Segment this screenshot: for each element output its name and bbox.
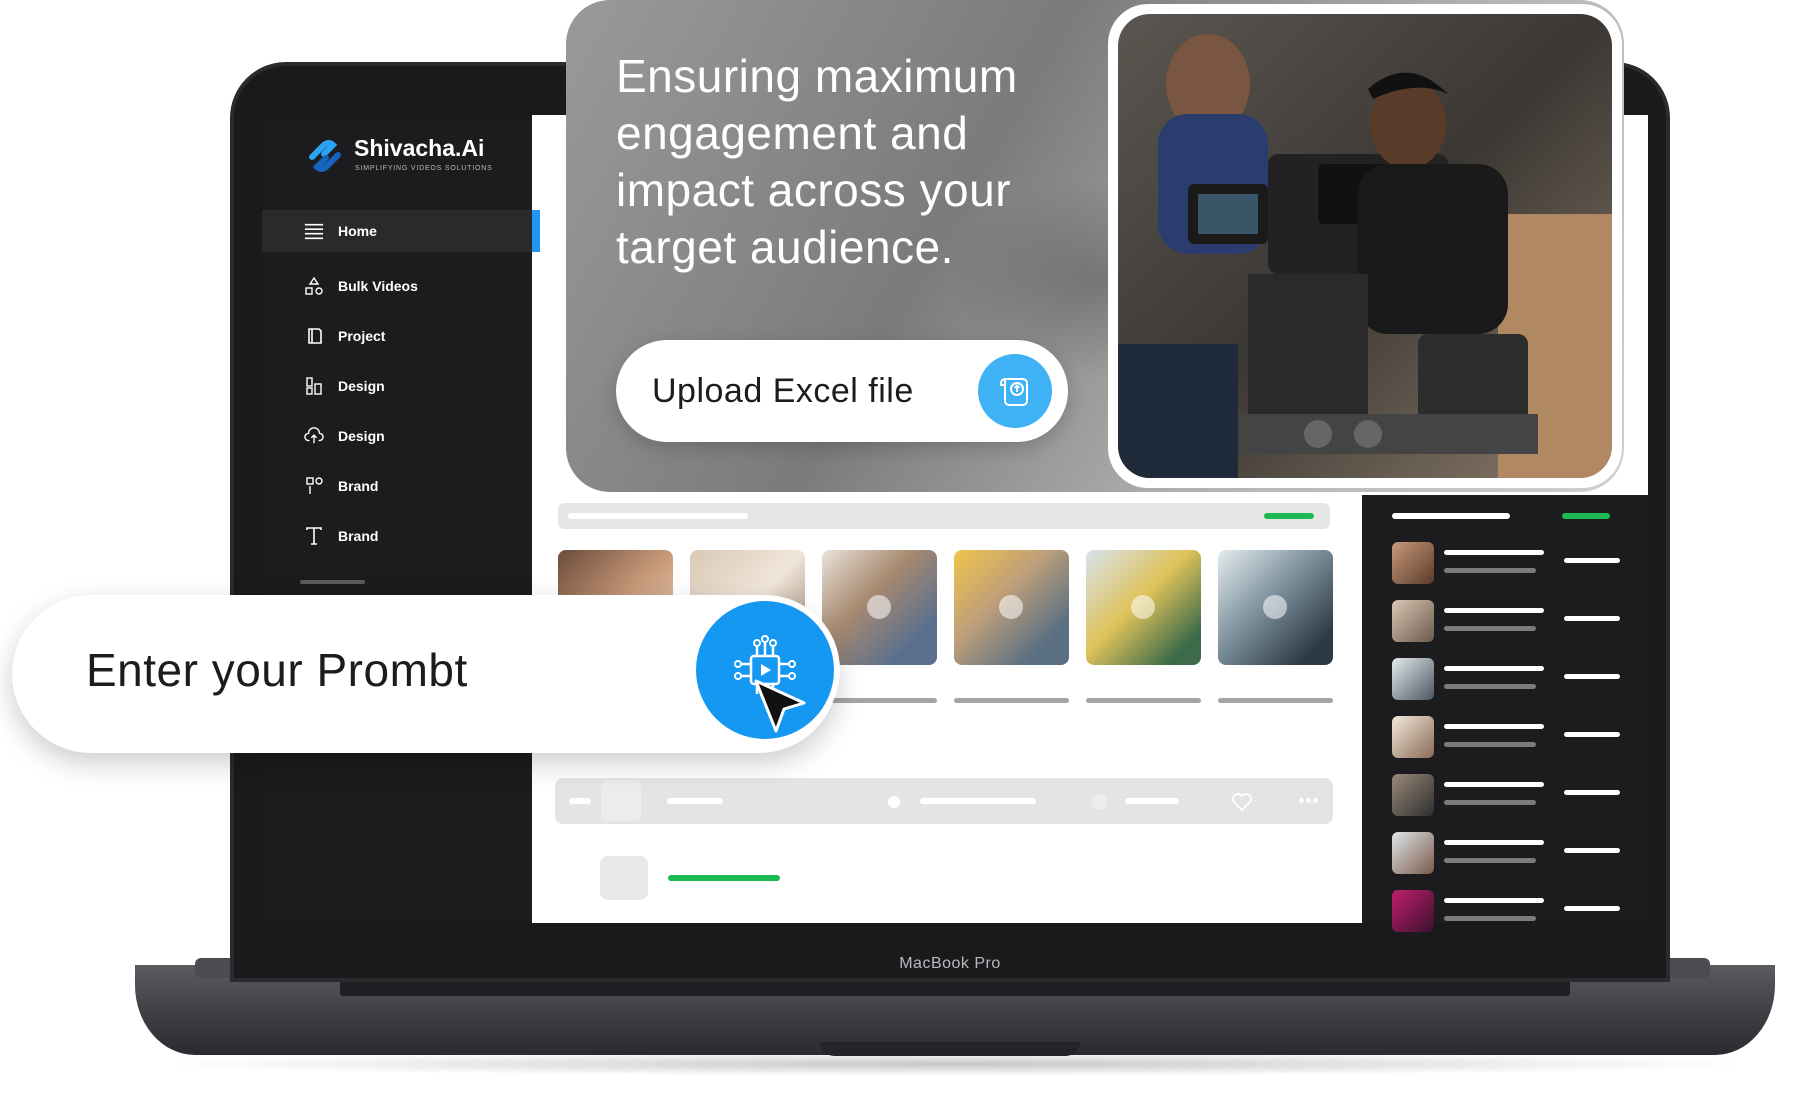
list-progress-line (668, 875, 780, 881)
list-item[interactable] (1392, 832, 1620, 874)
sidebar-item-label: Brand (338, 478, 379, 494)
sidebar-item-label: Brand (338, 528, 379, 544)
thumbnail-caption-line (954, 698, 1069, 703)
list-thumb (600, 856, 648, 900)
player-time-line (1125, 798, 1179, 804)
sidebar-item-brand[interactable]: Brand (304, 473, 378, 499)
play-icon[interactable] (999, 595, 1023, 619)
thumbnail-caption-line (1218, 698, 1333, 703)
menu-icon (304, 221, 324, 241)
cube-icon (304, 326, 324, 346)
video-thumbnail[interactable] (1086, 550, 1201, 665)
text-icon (304, 526, 324, 546)
search-placeholder-line (568, 513, 748, 519)
video-thumbnail[interactable] (954, 550, 1069, 665)
sidebar-item-label: Home (338, 223, 377, 239)
generate-button[interactable] (690, 595, 840, 745)
prompt-label: Enter your Prombt (86, 644, 468, 696)
sidebar: Shivacha.Ai SIMPLIFYING VIDEOS SOLUTIONS… (262, 115, 540, 923)
play-icon[interactable] (1131, 595, 1155, 619)
logo-icon (309, 140, 341, 172)
clock-icon[interactable] (1091, 794, 1107, 810)
list-item[interactable] (1392, 774, 1620, 816)
cloud-upload-icon (304, 426, 324, 446)
active-indicator (532, 210, 540, 252)
sidebar-item-design[interactable]: Design (304, 373, 385, 399)
player-bar[interactable] (555, 778, 1333, 824)
sidebar-scroll-hint (300, 580, 365, 584)
headphones-icon[interactable] (888, 796, 900, 808)
right-panel (1362, 495, 1648, 932)
play-icon[interactable] (1263, 595, 1287, 619)
more-icon[interactable] (1299, 798, 1319, 804)
sidebar-item-design-upload[interactable]: Design (304, 423, 385, 449)
player-line (569, 798, 591, 804)
cursor-icon (754, 679, 806, 733)
sidebar-item-brand-text[interactable]: Brand (304, 523, 378, 549)
player-thumb (601, 781, 641, 821)
thumbnail-caption-line (1086, 698, 1201, 703)
thumbnail-caption-line (822, 698, 937, 703)
panel-status-line (1562, 513, 1610, 519)
list-item[interactable] (1392, 716, 1620, 758)
search-bar[interactable] (558, 503, 1330, 529)
upload-label: Upload Excel file (652, 372, 914, 410)
video-thumbnail[interactable] (822, 550, 937, 665)
sidebar-item-label: Design (338, 428, 385, 444)
brand-icon (304, 476, 324, 496)
film-crew-photo (1118, 14, 1612, 478)
sidebar-item-label: Bulk Videos (338, 278, 418, 294)
status-line (1264, 513, 1314, 519)
list-item[interactable] (1392, 658, 1620, 700)
sidebar-item-label: Project (338, 328, 386, 344)
upload-icon[interactable] (978, 354, 1052, 428)
hero-photo-frame (1108, 4, 1622, 488)
sidebar-item-home[interactable]: Home (262, 210, 540, 252)
list-item[interactable] (1392, 600, 1620, 642)
laptop-notch (820, 1042, 1080, 1056)
player-title-line (667, 798, 723, 804)
video-thumbnail[interactable] (1218, 550, 1333, 665)
app-name: Shivacha.Ai (354, 135, 485, 161)
list-item[interactable] (1392, 890, 1620, 932)
layout-icon (304, 376, 324, 396)
sidebar-item-bulk-videos[interactable]: Bulk Videos (304, 273, 418, 299)
shapes-icon (304, 276, 324, 296)
app-tagline: SIMPLIFYING VIDEOS SOLUTIONS (355, 165, 493, 172)
panel-title-line (1392, 513, 1510, 519)
upload-excel-button[interactable]: Upload Excel file (616, 340, 1068, 442)
heart-icon[interactable] (1231, 792, 1253, 812)
player-progress-line (920, 798, 1036, 804)
sidebar-item-label: Design (338, 378, 385, 394)
list-item[interactable] (1392, 542, 1620, 584)
play-icon[interactable] (867, 595, 891, 619)
prompt-input[interactable]: Enter your Prombt (12, 595, 840, 753)
app-logo[interactable]: Shivacha.Ai SIMPLIFYING VIDEOS SOLUTIONS (304, 131, 524, 191)
sidebar-item-project[interactable]: Project (304, 323, 385, 349)
hero-headline: Ensuring maximum engagement and impact a… (616, 50, 1018, 273)
device-label: MacBook Pro (899, 955, 1001, 972)
